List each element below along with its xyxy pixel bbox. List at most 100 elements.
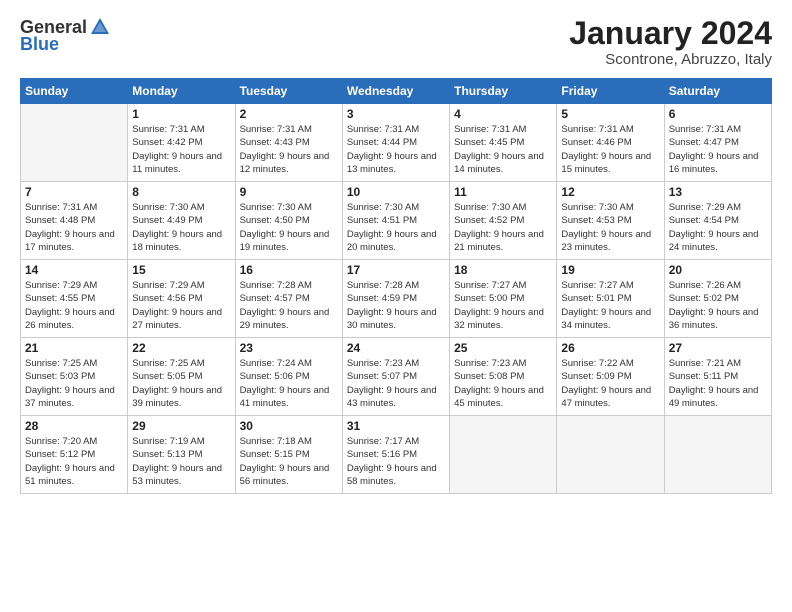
day-info: Sunrise: 7:29 AMSunset: 4:55 PMDaylight:… [25,279,123,332]
day-number: 9 [240,185,338,199]
day-number: 19 [561,263,659,277]
logo-icon [89,16,111,38]
header: General Blue January 2024 Scontrone, Abr… [20,16,772,68]
calendar-cell [450,416,557,494]
calendar-cell: 22Sunrise: 7:25 AMSunset: 5:05 PMDayligh… [128,338,235,416]
calendar-cell: 5Sunrise: 7:31 AMSunset: 4:46 PMDaylight… [557,104,664,182]
day-info: Sunrise: 7:31 AMSunset: 4:42 PMDaylight:… [132,123,230,176]
day-number: 7 [25,185,123,199]
day-number: 30 [240,419,338,433]
calendar-cell: 4Sunrise: 7:31 AMSunset: 4:45 PMDaylight… [450,104,557,182]
calendar-cell: 19 Sunrise: 7:27 AMSunset: 5:01 PMDayligh… [557,260,664,338]
header-day-wednesday: Wednesday [342,79,449,104]
week-row-3: 14Sunrise: 7:29 AMSunset: 4:55 PMDayligh… [21,260,772,338]
calendar-cell: 10Sunrise: 7:30 AMSunset: 4:51 PMDayligh… [342,182,449,260]
day-info: Sunrise: 7:30 AMSunset: 4:49 PMDaylight:… [132,201,230,254]
day-number: 11 [454,185,552,199]
header-row: SundayMondayTuesdayWednesdayThursdayFrid… [21,79,772,104]
calendar-cell: 30 Sunrise: 7:18 AMSunset: 5:15 PMDayligh… [235,416,342,494]
day-info: Sunrise: 7:23 AMSunset: 5:07 PMDaylight:… [347,357,445,410]
calendar-cell: 8 Sunrise: 7:30 AMSunset: 4:49 PMDaylight… [128,182,235,260]
calendar-cell: 29 Sunrise: 7:19 AMSunset: 5:13 PMDayligh… [128,416,235,494]
day-info: Sunrise: 7:19 AMSunset: 5:13 PMDaylight:… [132,435,230,488]
day-info: Sunrise: 7:31 AMSunset: 4:46 PMDaylight:… [561,123,659,176]
calendar-cell: 15Sunrise: 7:29 AMSunset: 4:56 PMDayligh… [128,260,235,338]
day-info: Sunrise: 7:31 AMSunset: 4:43 PMDaylight:… [240,123,338,176]
day-number: 12 [561,185,659,199]
day-number: 20 [669,263,767,277]
calendar-cell [664,416,771,494]
header-day-thursday: Thursday [450,79,557,104]
day-number: 28 [25,419,123,433]
calendar-cell [557,416,664,494]
day-info: Sunrise: 7:24 AMSunset: 5:06 PMDaylight:… [240,357,338,410]
calendar-cell [21,104,128,182]
calendar-cell: 28 Sunrise: 7:20 AMSunset: 5:12 PMDayligh… [21,416,128,494]
day-info: Sunrise: 7:17 AMSunset: 5:16 PMDaylight:… [347,435,445,488]
day-info: Sunrise: 7:30 AMSunset: 4:52 PMDaylight:… [454,201,552,254]
header-day-monday: Monday [128,79,235,104]
week-row-5: 28 Sunrise: 7:20 AMSunset: 5:12 PMDayligh… [21,416,772,494]
calendar-cell: 24 Sunrise: 7:23 AMSunset: 5:07 PMDayligh… [342,338,449,416]
day-number: 27 [669,341,767,355]
calendar-cell: 7 Sunrise: 7:31 AMSunset: 4:48 PMDaylight… [21,182,128,260]
day-number: 24 [347,341,445,355]
calendar-cell: 6Sunrise: 7:31 AMSunset: 4:47 PMDaylight… [664,104,771,182]
calendar-cell: 12Sunrise: 7:30 AMSunset: 4:53 PMDayligh… [557,182,664,260]
location-subtitle: Scontrone, Abruzzo, Italy [569,51,772,68]
calendar-cell: 31 Sunrise: 7:17 AMSunset: 5:16 PMDayligh… [342,416,449,494]
day-info: Sunrise: 7:29 AMSunset: 4:54 PMDaylight:… [669,201,767,254]
calendar-cell: 16 Sunrise: 7:28 AMSunset: 4:57 PMDayligh… [235,260,342,338]
day-number: 18 [454,263,552,277]
logo: General Blue [20,16,111,55]
calendar-cell: 20 Sunrise: 7:26 AMSunset: 5:02 PMDayligh… [664,260,771,338]
day-info: Sunrise: 7:23 AMSunset: 5:08 PMDaylight:… [454,357,552,410]
week-row-4: 21Sunrise: 7:25 AMSunset: 5:03 PMDayligh… [21,338,772,416]
day-info: Sunrise: 7:31 AMSunset: 4:44 PMDaylight:… [347,123,445,176]
day-number: 22 [132,341,230,355]
calendar-cell: 13Sunrise: 7:29 AMSunset: 4:54 PMDayligh… [664,182,771,260]
day-number: 1 [132,107,230,121]
day-info: Sunrise: 7:26 AMSunset: 5:02 PMDaylight:… [669,279,767,332]
day-number: 25 [454,341,552,355]
day-number: 4 [454,107,552,121]
title-area: January 2024 Scontrone, Abruzzo, Italy [569,16,772,68]
header-day-tuesday: Tuesday [235,79,342,104]
day-info: Sunrise: 7:28 AMSunset: 4:59 PMDaylight:… [347,279,445,332]
calendar-cell: 21Sunrise: 7:25 AMSunset: 5:03 PMDayligh… [21,338,128,416]
calendar-cell: 14Sunrise: 7:29 AMSunset: 4:55 PMDayligh… [21,260,128,338]
calendar-cell: 26 Sunrise: 7:22 AMSunset: 5:09 PMDayligh… [557,338,664,416]
day-info: Sunrise: 7:20 AMSunset: 5:12 PMDaylight:… [25,435,123,488]
week-row-1: 1 Sunrise: 7:31 AMSunset: 4:42 PMDaylight… [21,104,772,182]
page: General Blue January 2024 Scontrone, Abr… [0,0,792,612]
day-info: Sunrise: 7:27 AMSunset: 5:00 PMDaylight:… [454,279,552,332]
calendar-cell: 1 Sunrise: 7:31 AMSunset: 4:42 PMDaylight… [128,104,235,182]
calendar-cell: 2 Sunrise: 7:31 AMSunset: 4:43 PMDaylight… [235,104,342,182]
day-info: Sunrise: 7:18 AMSunset: 5:15 PMDaylight:… [240,435,338,488]
day-number: 15 [132,263,230,277]
calendar-cell: 27Sunrise: 7:21 AMSunset: 5:11 PMDayligh… [664,338,771,416]
day-number: 23 [240,341,338,355]
day-number: 31 [347,419,445,433]
calendar-cell: 11 Sunrise: 7:30 AMSunset: 4:52 PMDayligh… [450,182,557,260]
header-day-friday: Friday [557,79,664,104]
calendar-cell: 23 Sunrise: 7:24 AMSunset: 5:06 PMDayligh… [235,338,342,416]
day-info: Sunrise: 7:31 AMSunset: 4:47 PMDaylight:… [669,123,767,176]
day-info: Sunrise: 7:22 AMSunset: 5:09 PMDaylight:… [561,357,659,410]
calendar-cell: 25 Sunrise: 7:23 AMSunset: 5:08 PMDayligh… [450,338,557,416]
day-info: Sunrise: 7:30 AMSunset: 4:51 PMDaylight:… [347,201,445,254]
day-info: Sunrise: 7:30 AMSunset: 4:50 PMDaylight:… [240,201,338,254]
day-number: 29 [132,419,230,433]
calendar-cell: 9 Sunrise: 7:30 AMSunset: 4:50 PMDaylight… [235,182,342,260]
day-number: 3 [347,107,445,121]
day-info: Sunrise: 7:27 AMSunset: 5:01 PMDaylight:… [561,279,659,332]
day-number: 8 [132,185,230,199]
calendar-cell: 18 Sunrise: 7:27 AMSunset: 5:00 PMDayligh… [450,260,557,338]
week-row-2: 7 Sunrise: 7:31 AMSunset: 4:48 PMDaylight… [21,182,772,260]
calendar-table: SundayMondayTuesdayWednesdayThursdayFrid… [20,78,772,494]
day-number: 16 [240,263,338,277]
day-number: 26 [561,341,659,355]
day-info: Sunrise: 7:31 AMSunset: 4:48 PMDaylight:… [25,201,123,254]
day-number: 2 [240,107,338,121]
day-info: Sunrise: 7:28 AMSunset: 4:57 PMDaylight:… [240,279,338,332]
